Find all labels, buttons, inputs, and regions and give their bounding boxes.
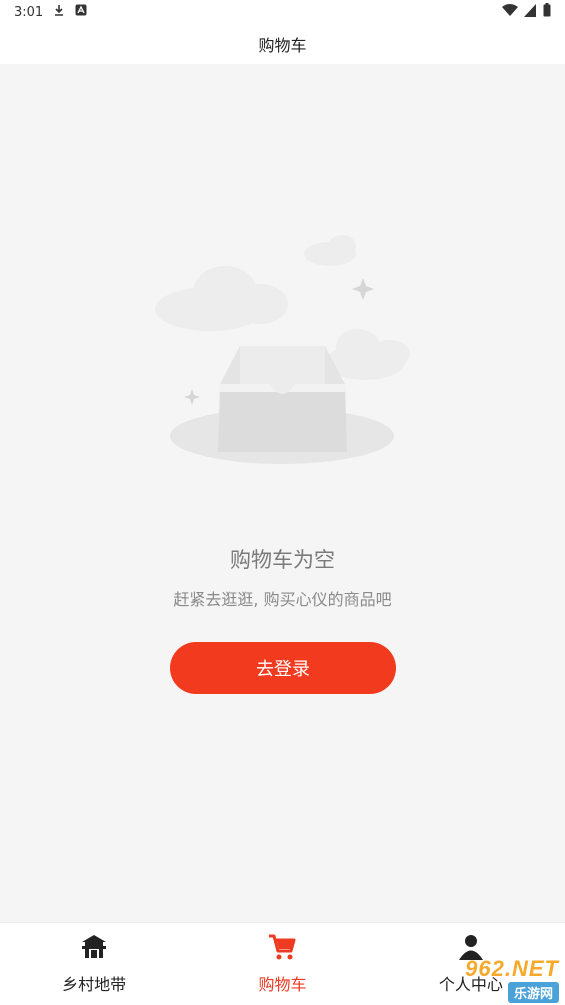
tab-cart[interactable]: 购物车 <box>188 923 376 1005</box>
empty-box-illustration <box>150 234 420 484</box>
login-button[interactable]: 去登录 <box>170 642 396 694</box>
status-left: 3:01 <box>0 4 87 20</box>
cellular-icon <box>524 3 537 21</box>
watermark-text: 962.NET <box>465 955 559 981</box>
watermark-subtext: 乐游网 <box>507 981 559 1003</box>
download-icon <box>53 4 65 20</box>
empty-cart-subtitle: 赶紧去逛逛, 购买心仪的商品吧 <box>173 590 392 609</box>
wifi-icon <box>502 3 518 21</box>
tab-rural-zone[interactable]: 乡村地带 <box>0 923 188 1005</box>
bottom-tab-bar: 乡村地带 购物车 个人中心 962.NET 乐游网 <box>0 922 565 1005</box>
cart-content: 购物车为空 赶紧去逛逛, 购买心仪的商品吧 去登录 <box>0 64 565 922</box>
status-time: 3:01 <box>14 4 44 20</box>
cart-icon <box>267 933 297 965</box>
status-bar: 3:01 <box>0 0 565 24</box>
battery-icon <box>543 3 551 21</box>
tab-label: 购物车 <box>258 975 307 994</box>
temple-icon <box>79 933 109 965</box>
status-right <box>502 3 565 21</box>
header: 购物车 <box>0 24 565 64</box>
empty-cart-title: 购物车为空 <box>230 548 335 572</box>
a-icon <box>75 4 87 20</box>
page-title: 购物车 <box>258 36 307 55</box>
watermark-logo: 962.NET 乐游网 <box>425 955 559 1003</box>
tab-label: 乡村地带 <box>62 975 127 994</box>
